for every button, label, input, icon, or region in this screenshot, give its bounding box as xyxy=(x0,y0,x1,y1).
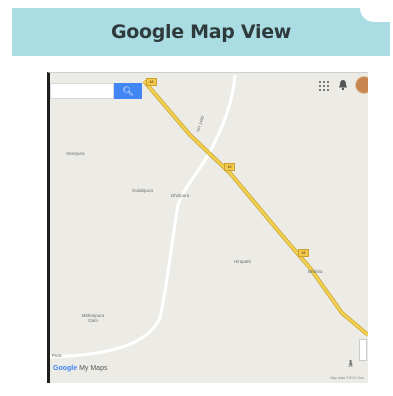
place-label: Pura xyxy=(52,353,62,358)
avatar[interactable] xyxy=(355,76,368,94)
highway-shield: 48 xyxy=(298,249,309,257)
title-banner: Google Map View xyxy=(12,8,390,56)
highway-shield: 48 xyxy=(224,163,235,171)
map-roads xyxy=(50,74,368,359)
page-title: Google Map View xyxy=(110,21,292,43)
map-search-input[interactable] xyxy=(50,83,114,99)
place-label: Sherpura xyxy=(66,151,85,156)
pegman-icon[interactable]: 🚶︎ xyxy=(346,360,355,368)
search-icon: 🔍︎ xyxy=(122,86,134,96)
place-label: Gulabpura xyxy=(132,188,154,193)
banner-corner-cutout xyxy=(360,8,390,22)
place-label: Hirapath xyxy=(234,259,252,264)
bell-icon[interactable] xyxy=(337,79,349,91)
zoom-control[interactable] xyxy=(359,339,367,361)
map-attribution: Map data ©2019 Goo xyxy=(330,376,364,380)
place-label: Bhilinia xyxy=(308,269,323,274)
map-canvas[interactable]: 🔍︎ 48 48 48 NH 148D Sherpura Gulabpura D… xyxy=(47,72,368,383)
place-label: Mithanpura Gam xyxy=(81,313,105,323)
highway-shield: 48 xyxy=(146,78,157,86)
apps-icon[interactable] xyxy=(319,81,329,91)
google-my-maps-logo: Google My Maps xyxy=(53,365,108,372)
place-label: Dholpura xyxy=(171,193,190,198)
map-search-button[interactable]: 🔍︎ xyxy=(114,83,142,99)
